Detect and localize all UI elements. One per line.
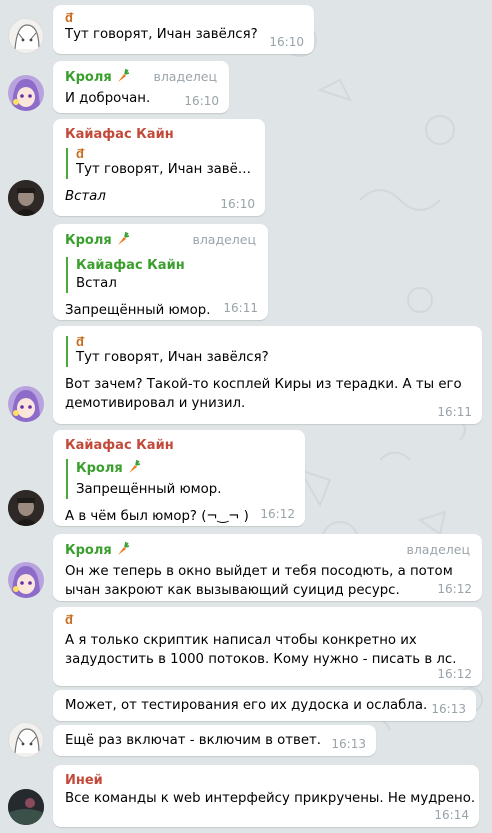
purple-hair-avatar-icon (12, 390, 40, 422)
message-text-line: Он же теперь в окно выйдет и тебя посодю… (65, 564, 453, 579)
carrot-icon (115, 231, 131, 252)
message-time: 16:11 (437, 405, 472, 419)
message-text-line: демотивировал и унизил. (65, 396, 246, 411)
message-text-line: задудостить в 1000 потоков. Кому нужно -… (65, 652, 457, 667)
message-bubble[interactable]: Кроля владелец И доброчан. 16:10 (53, 61, 229, 113)
message-time: 16:13 (331, 737, 366, 751)
message-text: А в чём был юмор? (¬‿¬ ) (65, 509, 249, 524)
reply-glyph: ᵭ̃ (76, 147, 84, 162)
purple-hair-avatar-icon (12, 566, 40, 598)
dark-portrait-avatar-icon (8, 180, 44, 216)
message-text: Может, от тестирования его их дудоска и … (65, 698, 428, 713)
carrot-icon (126, 459, 142, 481)
reply-text: Встал (76, 276, 117, 291)
carrot-icon (115, 68, 131, 89)
reply-quote[interactable]: ᵭ̃ Тут говорят, Ичан завёлся? (66, 336, 470, 367)
sender-glyph: ᵭ̃ (65, 11, 73, 26)
reply-sender: Кроля (76, 459, 293, 481)
sender-name: Иней (65, 773, 103, 788)
purple-hair-avatar-icon (12, 79, 40, 111)
message-text: Тут говорят, Ичан завёлся? (65, 27, 258, 42)
reply-quote[interactable]: Кроля Запрещённый юмор. (66, 459, 293, 499)
reply-text: Тут говорят, Ичан завё… (76, 162, 252, 177)
sender-name: Кайафас Кайн (65, 438, 174, 453)
message-time: 16:14 (434, 808, 469, 822)
avatar[interactable] (8, 562, 44, 598)
message-time: 16:10 (269, 35, 304, 49)
message-text: Все команды к web интерфейсу прикручены.… (65, 791, 476, 806)
avatar[interactable] (8, 490, 44, 526)
message-time: 16:13 (431, 702, 466, 716)
role-badge: владелец (406, 542, 470, 557)
message-time: 16:12 (260, 507, 295, 521)
sender-name: Кайафас Кайн (65, 127, 174, 142)
message-bubble[interactable]: Иней Все команды к web интерфейсу прикру… (53, 765, 479, 827)
reply-quote[interactable]: Кайафас Кайн Встал (66, 257, 256, 293)
message-bubble[interactable]: Ещё раз включат - включим в ответ. 16:13 (53, 725, 376, 756)
message-time: 16:10 (220, 197, 255, 211)
avatar[interactable] (8, 722, 44, 758)
role-badge: владелец (192, 232, 256, 247)
message-bubble[interactable]: Может, от тестирования его их дудоска и … (53, 690, 476, 721)
message-text-line: Вот зачем? Такой-то косплей Киры из тера… (65, 377, 462, 392)
reply-text: Запрещённый юмор. (76, 482, 222, 497)
message-bubble[interactable]: Кроля владелец Кайафас Кайн Встал Запрещ… (53, 224, 268, 320)
reply-quote[interactable]: ᵭ̃ Тут говорят, Ичан завё… (66, 148, 253, 179)
message-text-line: А я только скриптик написал чтобы конкре… (65, 633, 417, 648)
reply-sender: Кайафас Кайн (76, 258, 185, 273)
message-bubble[interactable]: ᵭ̃ Тут говорят, Ичан завёлся? Вот зачем?… (53, 326, 482, 424)
avatar[interactable] (8, 180, 44, 216)
message-bubble[interactable]: Кайафас Кайн ᵭ̃ Тут говорят, Ичан завё… … (53, 119, 265, 216)
carrot-icon (115, 541, 131, 562)
avatar[interactable] (8, 75, 44, 111)
dark-avatar-icon (8, 789, 44, 825)
message-bubble[interactable]: Кроля владелец Он же теперь в окно выйде… (53, 534, 482, 601)
avatar[interactable] (8, 18, 44, 54)
avatar[interactable] (8, 789, 44, 825)
message-bubble[interactable]: ᵭ̃ Тут говорят, Ичан завёлся? 16:10 (53, 5, 314, 54)
sender-glyph: ᵭ̃ (65, 613, 73, 628)
reply-glyph: ᵭ̃ (76, 335, 84, 350)
avatar[interactable] (8, 386, 44, 422)
message-bubble[interactable]: Кайафас Кайн Кроля Запрещённый юмор. А в… (53, 430, 305, 526)
message-time: 16:11 (223, 301, 258, 315)
message-text-line: ычан закроют как вызывающий суицид ресур… (65, 583, 400, 598)
role-badge: владелец (153, 69, 217, 84)
dark-portrait-avatar-icon (8, 490, 44, 526)
message-time: 16:12 (437, 582, 472, 596)
message-time: 16:12 (437, 667, 472, 681)
message-time: 16:10 (184, 94, 219, 108)
message-bubble[interactable]: ᵭ̃ А я только скриптик написал чтобы кон… (53, 607, 482, 686)
message-text: Ещё раз включат - включим в ответ. (65, 733, 322, 748)
reply-text: Тут говорят, Ичан завёлся? (76, 350, 269, 365)
